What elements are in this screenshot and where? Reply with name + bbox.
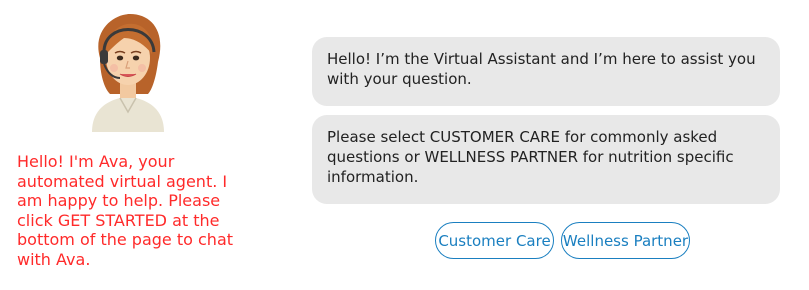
intro-message: Hello! I'm Ava, your automated virtual a… xyxy=(17,152,234,269)
virtual-agent-avatar-icon xyxy=(92,14,164,132)
ava-avatar xyxy=(78,8,178,132)
customer-care-button[interactable]: Customer Care xyxy=(435,222,554,259)
assistant-message-bubble: Please select CUSTOMER CARE for commonly… xyxy=(312,115,780,204)
wellness-partner-button[interactable]: Wellness Partner xyxy=(561,222,690,259)
quick-reply-options: Customer Care Wellness Partner xyxy=(435,222,690,259)
assistant-message-bubble: Hello! I’m the Virtual Assistant and I’m… xyxy=(312,37,780,106)
